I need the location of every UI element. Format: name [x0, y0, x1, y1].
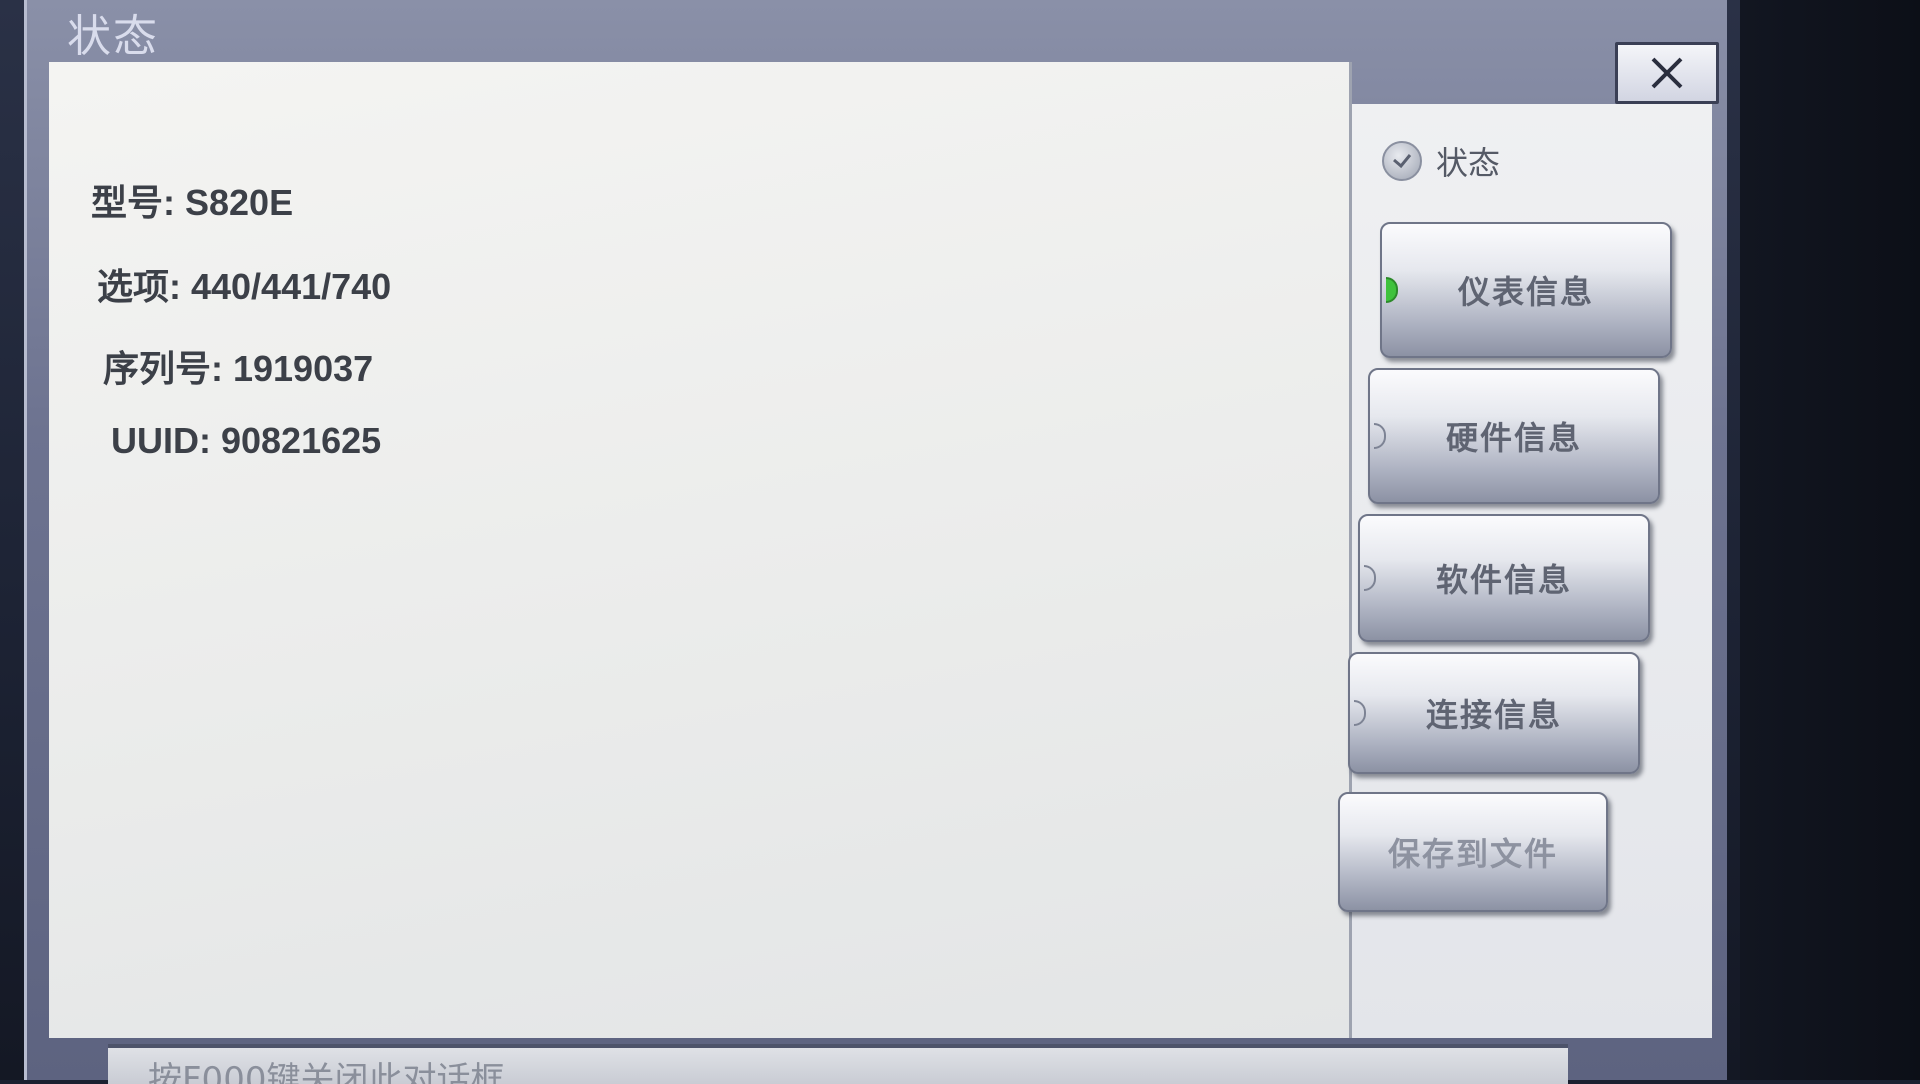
indicator-icon [1374, 423, 1386, 449]
software-info-button[interactable]: 软件信息 [1358, 514, 1650, 642]
instrument-info-label: 仪表信息 [1457, 273, 1594, 311]
model-line: 型号: S820E [91, 182, 294, 223]
status-radio-label: 状态 [1436, 144, 1501, 182]
close-icon [1651, 57, 1683, 89]
serial-line: 序列号: 1919037 [103, 348, 374, 389]
check-icon [1393, 154, 1412, 169]
monitor-bezel [1740, 0, 1920, 1080]
hardware-info-label: 硬件信息 [1445, 419, 1582, 457]
dialog-title: 状态 [67, 11, 159, 62]
active-indicator-icon [1386, 277, 1398, 303]
status-dialog: 状态 型号: S820E 选项: 440/441/740 序列号: 191903… [24, 0, 1727, 1080]
screen: 状态 型号: S820E 选项: 440/441/740 序列号: 191903… [0, 0, 1920, 1084]
hardware-info-button[interactable]: 硬件信息 [1368, 368, 1660, 504]
software-info-label: 软件信息 [1435, 561, 1572, 599]
instrument-info-button[interactable]: 仪表信息 [1380, 222, 1672, 358]
options-line: 选项: 440/441/740 [97, 266, 392, 307]
uuid-line: UUID: 90821625 [111, 420, 382, 461]
connection-info-label: 连接信息 [1425, 696, 1562, 734]
info-content-area: 型号: S820E 选项: 440/441/740 序列号: 1919037 U… [49, 62, 1352, 1038]
indicator-icon [1354, 700, 1366, 726]
indicator-icon [1364, 565, 1376, 591]
bottom-message-text: 按F000键关闭此对话框 [148, 1060, 505, 1084]
status-radio[interactable]: 状态 [1382, 138, 1500, 184]
status-radio-circle [1382, 141, 1422, 181]
side-panel: 状态 仪表信息 硬件信息 软件信息 连接信息 保存到文件 [1338, 104, 1712, 1038]
save-to-file-label: 保存到文件 [1387, 835, 1558, 873]
close-button[interactable] [1615, 42, 1719, 104]
save-to-file-button[interactable]: 保存到文件 [1338, 792, 1608, 912]
connection-info-button[interactable]: 连接信息 [1348, 652, 1640, 774]
bottom-message-bar: 按F000键关闭此对话框 [108, 1044, 1568, 1084]
